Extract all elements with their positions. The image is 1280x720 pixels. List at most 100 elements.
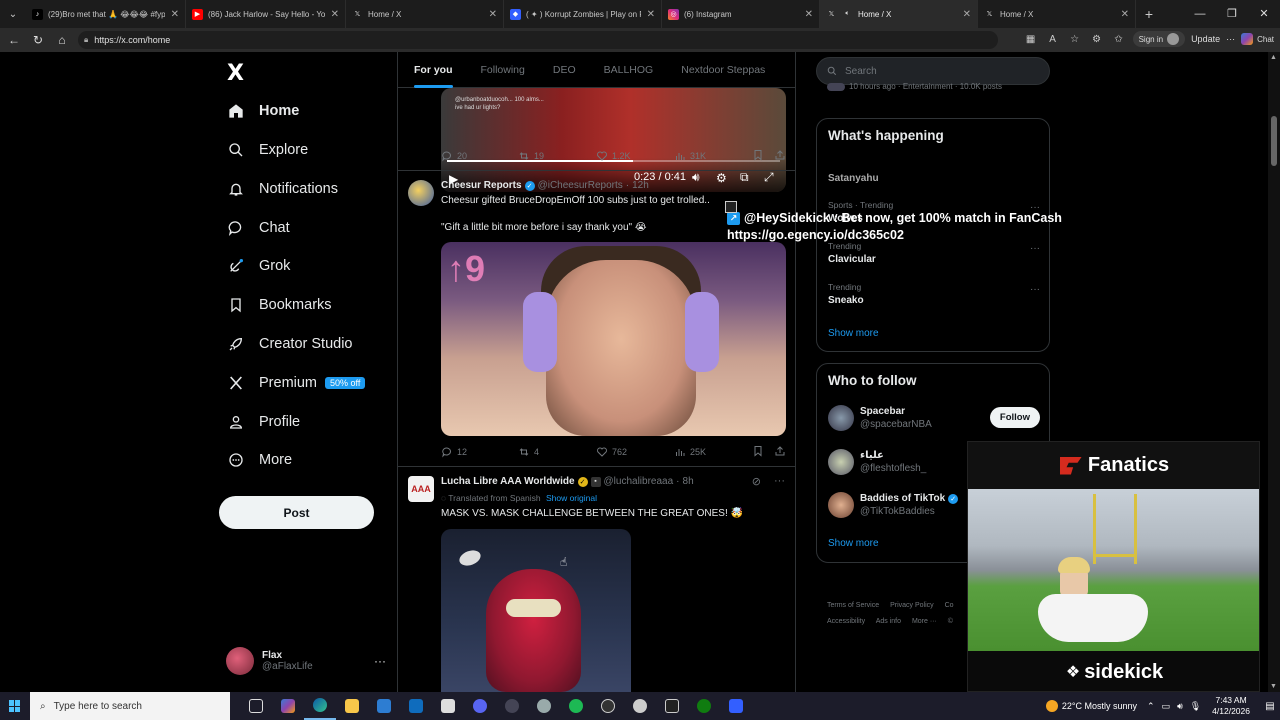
store-icon[interactable] [368,692,400,720]
account-switcher[interactable]: Flax @aFlaxLife ··· [226,645,386,677]
sign-in-button[interactable]: Sign in [1132,31,1186,47]
epic-games-icon[interactable] [656,692,688,720]
maximize-button[interactable]: ❐ [1216,0,1248,28]
settings-gear-icon[interactable]: ⚙ [716,171,727,185]
trend-item[interactable]: Trending Clavicular ··· [828,241,1040,265]
nav-grok[interactable]: Grok [227,251,290,281]
clock[interactable]: 7:43 AM 4/12/2026 [1212,695,1250,717]
tweet-time[interactable]: 8h [683,476,694,487]
reply-button[interactable]: 20 [441,150,518,162]
footer-link[interactable]: © [948,618,953,625]
xbox-icon[interactable] [688,692,720,720]
scrollbar-thumb[interactable] [1271,116,1277,166]
taskbar-search-input[interactable]: ⌕ Type here to search [30,692,230,720]
notepad-icon[interactable] [432,692,464,720]
update-button[interactable]: Update [1191,34,1220,44]
tweet-author-handle[interactable]: @luchalibreaaa [604,476,674,487]
volume-icon[interactable]: 🔊︎ [1177,701,1183,712]
bookmark-icon[interactable] [752,445,764,459]
avatar[interactable]: AAA [408,476,434,502]
nav-chat[interactable]: Chat [227,213,290,243]
refresh-icon[interactable]: ↻ [26,33,50,47]
extensions-icon[interactable]: ⚙ [1089,34,1105,45]
share-icon[interactable] [774,445,786,459]
task-view-icon[interactable] [240,692,272,720]
more-dots-icon[interactable]: ··· [1030,284,1040,295]
volume-icon[interactable]: 🔊︎ [692,170,700,185]
tab-x-home-1[interactable]: 𝕏 Home / X ✕ [346,0,504,28]
nav-bookmarks[interactable]: Bookmarks [227,290,332,320]
tab-for-you[interactable]: For you [398,52,467,88]
favorites-icon[interactable]: ✩ [1111,34,1127,45]
nav-more[interactable]: More [227,445,292,475]
close-icon[interactable]: ✕ [1121,9,1129,20]
tweet-photo[interactable]: ↑9 [441,242,786,436]
trend-item[interactable]: Satanyahu [828,170,1040,184]
new-tab-button[interactable]: + [1136,6,1162,22]
tweet-photo[interactable] [441,529,631,692]
pip-icon[interactable]: ⧉ [740,170,749,185]
nav-notifications[interactable]: Notifications [227,174,338,204]
app-blob-icon[interactable] [624,692,656,720]
footer-link[interactable]: Privacy Policy [890,602,934,609]
grok-explain-icon[interactable]: ⊘ [752,475,761,488]
page-scrollbar[interactable]: ▲ ▼ [1268,52,1280,692]
notification-icon[interactable]: ▤ [1260,701,1280,712]
close-icon[interactable]: ✕ [171,9,179,20]
share-icon[interactable] [774,149,786,163]
minimize-button[interactable]: — [1184,0,1216,28]
tweet-author-name[interactable]: Lucha Libre AAA Worldwide [441,476,575,487]
follow-button[interactable]: Follow [989,407,1040,428]
copilot-icon[interactable] [272,692,304,720]
repost-button[interactable]: 4 [518,446,596,458]
tweet-author-name[interactable]: Cheesur Reports [441,180,522,191]
back-icon[interactable]: ← [2,33,26,47]
network-icon[interactable]: ▭ [1162,701,1171,712]
more-dots-icon[interactable]: ··· [374,654,386,668]
tab-tiktok[interactable]: ♪ (29)Bro met that 🙏 😂😂😂 #fyp ✕ [26,0,186,28]
scroll-down-icon[interactable]: ▼ [1270,683,1277,690]
tab-x-home-2[interactable]: 𝕏 Home / X ✕ [978,0,1136,28]
footer-link[interactable]: Ads info [876,618,901,625]
tab-ballhog[interactable]: BALLHOG [590,52,668,88]
fullscreen-icon[interactable]: ⤢ [764,170,774,185]
tab-nextdoor-steppas[interactable]: Nextdoor Steppas [667,52,779,88]
scroll-up-icon[interactable]: ▲ [1270,54,1277,61]
views-button[interactable]: 25K [674,446,734,458]
x-logo[interactable]: X [227,61,244,86]
close-icon[interactable]: ✕ [647,9,655,20]
footer-link[interactable]: Accessibility [827,618,865,625]
nav-premium[interactable]: Premium 50% off [227,368,366,398]
favorite-star-icon[interactable]: ☆ [1067,34,1083,45]
app-arrow-icon[interactable] [496,692,528,720]
close-icon[interactable]: ✕ [489,9,497,20]
show-more-link[interactable]: Show more [828,328,879,339]
close-window-button[interactable]: ✕ [1248,0,1280,28]
footer-link[interactable]: Co [945,602,954,609]
microphone-icon[interactable]: 🎙︎ [1190,701,1201,712]
more-dots-icon[interactable]: ··· [1226,34,1235,44]
app-available-icon[interactable]: ▦ [1023,34,1039,45]
like-button[interactable]: 762 [596,446,674,458]
steam-icon[interactable] [528,692,560,720]
obs-icon[interactable] [592,692,624,720]
like-button[interactable]: 1.2K [596,150,674,162]
show-original-link[interactable]: Show original [546,493,597,503]
file-explorer-icon[interactable] [336,692,368,720]
video-player[interactable]: @urbanboatduocoh... 100 alms... ive had … [441,88,786,192]
show-more-link[interactable]: Show more [828,538,879,549]
close-icon[interactable]: ✕ [331,9,339,20]
tab-instagram[interactable]: ◎ (6) Instagram ✕ [662,0,820,28]
copilot-chat-button[interactable]: Chat [1241,33,1274,45]
read-aloud-icon[interactable]: A [1045,34,1061,45]
close-icon[interactable]: ✕ [963,9,971,20]
views-button[interactable]: 31K [674,150,734,162]
tab-actions-menu[interactable]: ⌄ [0,0,26,28]
nav-creator-studio[interactable]: Creator Studio [227,329,353,359]
outlook-icon[interactable] [400,692,432,720]
more-dots-icon[interactable]: ··· [774,475,785,487]
avatar[interactable] [408,180,434,206]
tweet-author-handle[interactable]: @iCheesurReports [538,180,623,191]
tab-following[interactable]: Following [467,52,539,88]
home-button-icon[interactable]: ⌂ [50,33,74,47]
